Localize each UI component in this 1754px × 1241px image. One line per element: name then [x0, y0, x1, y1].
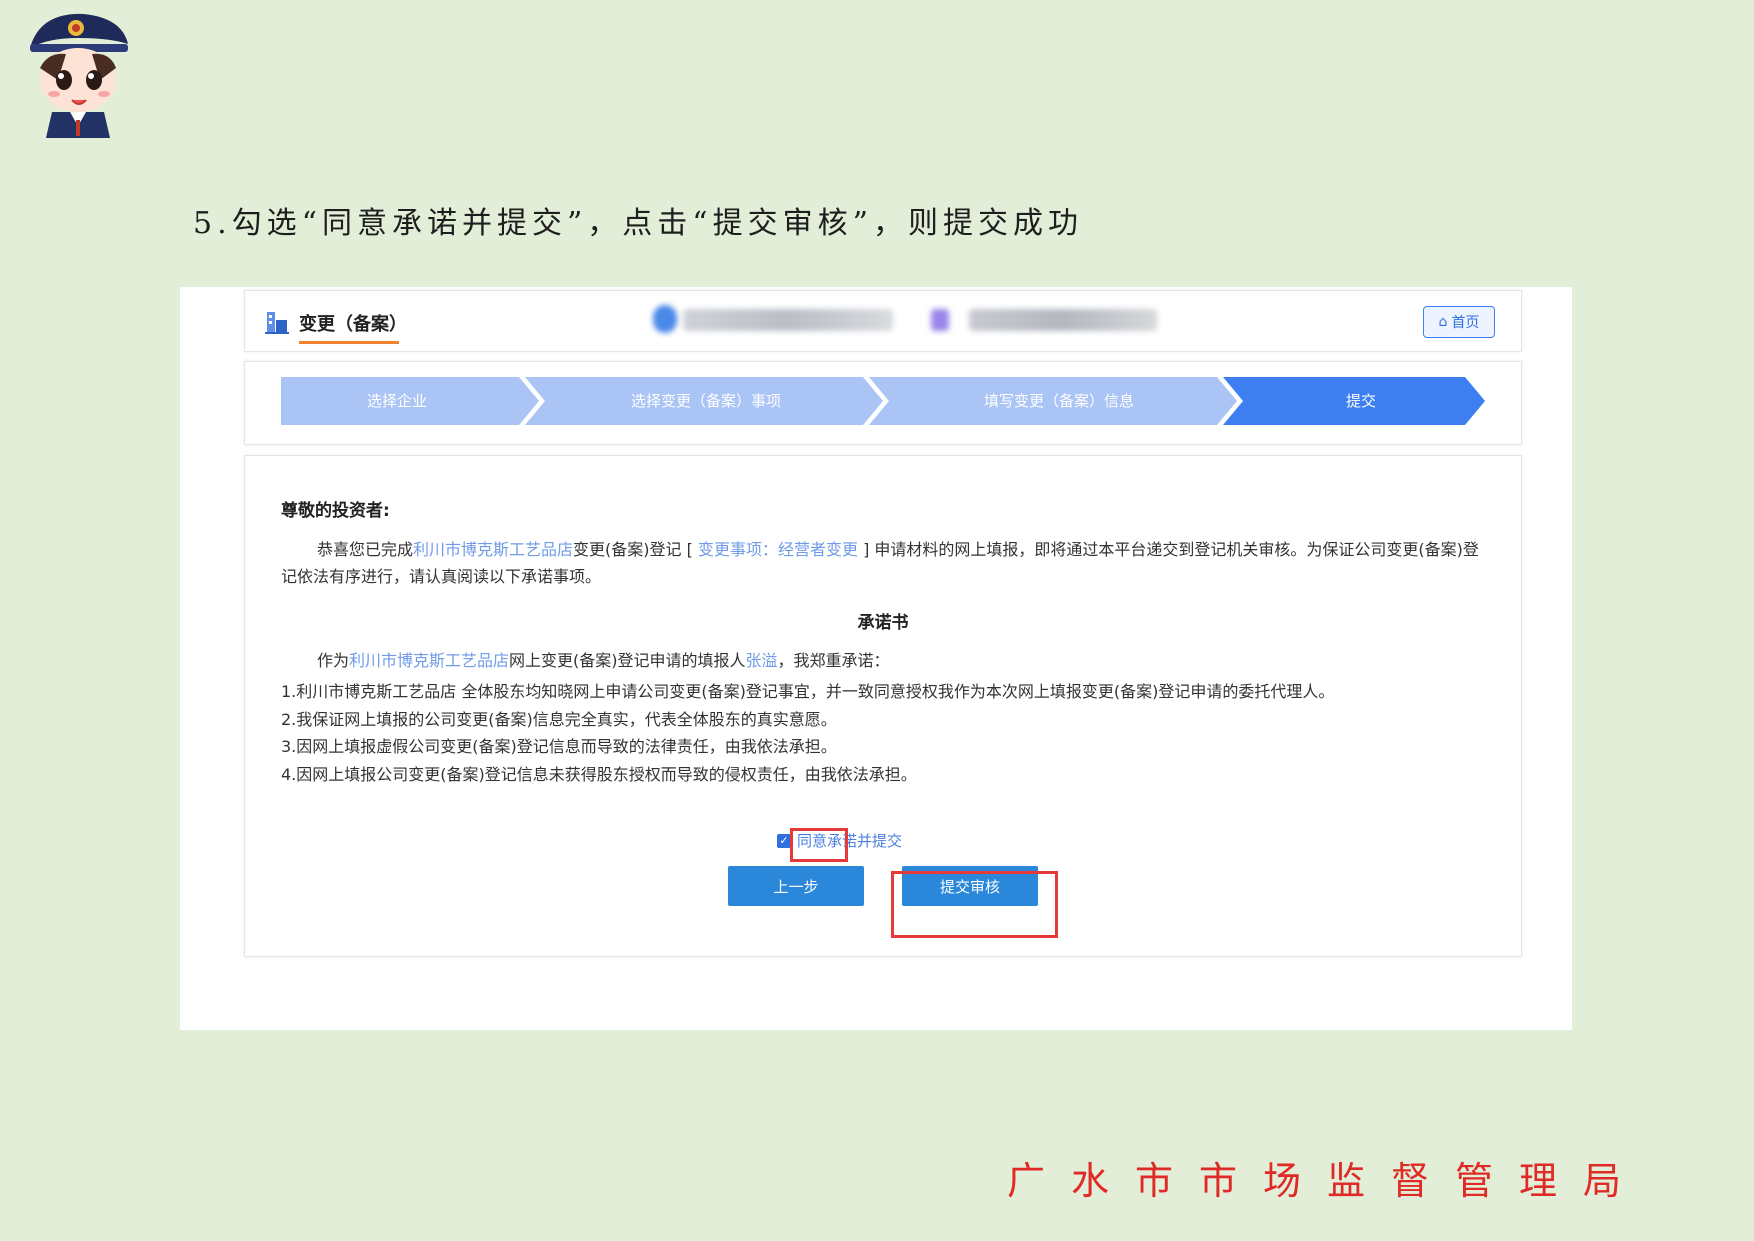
agree-checkbox[interactable]: ✓ — [777, 833, 791, 848]
step-1-label: 选择企业 — [367, 392, 427, 410]
pledge-text-b: 网上变更(备案)登记申请的填报人 — [509, 651, 746, 670]
redacted-enterprise-name — [683, 309, 893, 331]
title-underline — [299, 341, 399, 344]
pledge-company: 利川市博克斯工艺品店 — [349, 651, 510, 670]
intro-text-a: 恭喜您已完成 — [317, 540, 414, 559]
submit-highlight-box — [891, 871, 1058, 938]
pledge-item: 1.利川市博克斯工艺品店 全体股东均知晓网上申请公司变更(备案)登记事宜，并一致… — [281, 682, 1335, 701]
redacted-user-icon — [931, 309, 949, 331]
pledge-list: 1.利川市博克斯工艺品店 全体股东均知晓网上申请公司变更(备案)登记事宜，并一致… — [281, 678, 1334, 788]
redacted-enterprise-icon — [653, 305, 677, 333]
step-caption: 5.勾选“同意承诺并提交”，点击“提交审核”，则提交成功 — [193, 206, 1083, 241]
pledge-item: 4.因网上填报公司变更(备案)登记信息未获得股东授权而导致的侵权责任，由我依法承… — [281, 764, 917, 784]
step-3-label: 填写变更（备案）信息 — [984, 392, 1134, 410]
screenshot-panel: 变更（备案） ⌂ 首页 选择企业 选择变更（备案）事项 填写变更（备案）信息 提… — [180, 287, 1572, 1030]
step-4-label: 提交 — [1346, 392, 1376, 410]
pledge-text-c: ，我郑重承诺： — [777, 651, 890, 670]
greeting: 尊敬的投资者: — [281, 501, 390, 521]
pledge-item: 2.我保证网上填报的公司变更(备案)信息完全真实，代表全体股东的真实意愿。 — [281, 709, 837, 729]
filer-name: 张溢 — [745, 651, 778, 670]
home-button[interactable]: ⌂ 首页 — [1423, 306, 1495, 338]
checkbox-highlight-box — [790, 828, 848, 862]
pledge-item: 3.因网上填报虚假公司变更(备案)登记信息而导致的法律责任，由我依法承担。 — [281, 737, 837, 756]
pledge-text-a: 作为 — [317, 651, 350, 670]
home-icon: ⌂ — [1438, 314, 1448, 330]
step-2-label: 选择变更（备案）事项 — [631, 392, 781, 410]
steps-graphic: 选择企业 选择变更（备案）事项 填写变更（备案）信息 提交 — [281, 377, 1485, 425]
page-title: 变更（备案） — [299, 314, 407, 335]
pledge-intro: 作为利川市博克斯工艺品店网上变更(备案)登记申请的填报人张溢，我郑重承诺： — [281, 647, 1486, 674]
prev-step-button[interactable]: 上一步 — [728, 866, 864, 906]
building-icon — [265, 312, 289, 334]
footer-organization: 广水市市场监督管理局 — [1007, 1159, 1648, 1203]
pledge-title: 承诺书 — [857, 613, 909, 633]
top-bar: 变更（备案） ⌂ 首页 — [244, 290, 1522, 352]
intro-text-b: 变更(备案)登记 [ — [573, 540, 693, 559]
company-name: 利川市博克斯工艺品店 — [413, 540, 574, 559]
notice-card: 尊敬的投资者: 恭喜您已完成利川市博克斯工艺品店变更(备案)登记 [ 变更事项：… — [244, 455, 1522, 957]
change-item: 变更事项：经营者变更 — [697, 540, 858, 559]
progress-steps: 选择企业 选择变更（备案）事项 填写变更（备案）信息 提交 — [244, 361, 1522, 445]
home-label: 首页 — [1451, 315, 1480, 331]
intro-paragraph: 恭喜您已完成利川市博克斯工艺品店变更(备案)登记 [ 变更事项：经营者变更 ] … — [281, 536, 1486, 590]
inspector-mascot-image — [30, 13, 128, 138]
redacted-user-name — [969, 309, 1157, 331]
